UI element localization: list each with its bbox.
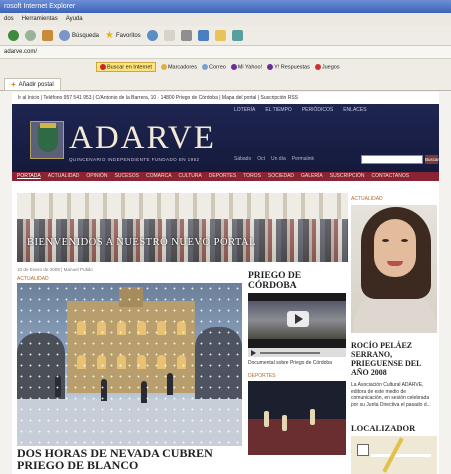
search-button-label: Búsqueda <box>72 32 100 39</box>
top-strip-text[interactable]: Ir al Inicio | Teléfono 957 541 953 | C/… <box>18 95 298 101</box>
topnav-lottery[interactable]: LOTERÍA <box>234 107 255 113</box>
favorites-bar: + Añadir postal <box>0 75 451 91</box>
web-search-button[interactable]: Buscar en Internet <box>96 61 156 73</box>
games-icon <box>314 63 321 70</box>
article-headline[interactable]: DOS HORAS DE NEVADA CUBREN PRIEGO DE BLA… <box>17 447 247 471</box>
yahoo-icon <box>230 63 237 70</box>
plus-icon: + <box>11 80 16 89</box>
games-button[interactable]: Juegos <box>314 63 340 70</box>
nav-deportes[interactable]: DEPORTES <box>209 173 236 180</box>
topnav-newspapers[interactable]: PERIÓDICOS <box>302 107 333 113</box>
bookmarks-button[interactable]: Marcadores <box>160 63 197 70</box>
search-toolbar: Buscar en Internet Marcadores Correo Mi … <box>0 59 451 75</box>
menu-bar: dos Herramientas Ayuda <box>0 13 451 26</box>
search-icon <box>59 30 70 41</box>
mail-icon <box>202 63 208 70</box>
web-search-label: Buscar en Internet <box>107 64 152 71</box>
sidebar-headline[interactable]: ROCÍO PELÁEZ SERRANO, PRIEGUENSE DEL AÑO… <box>351 341 437 377</box>
priego-section-title[interactable]: PRIEGO DE CÓRDOBA <box>248 271 318 291</box>
top-strip: Ir al Inicio | Teléfono 957 541 953 | C/… <box>12 92 439 104</box>
topnav-weather[interactable]: EL TIEMPO <box>265 107 291 113</box>
menu-item-tools[interactable]: Herramientas <box>22 16 58 23</box>
site-search-button[interactable]: Buscar <box>425 155 439 164</box>
nav-portada[interactable]: PORTADA <box>17 173 41 180</box>
header-date: Sábado Oct Un día Permalink <box>234 156 314 162</box>
nav-comarca[interactable]: COMARCA <box>146 173 172 180</box>
site-header: LOTERÍA EL TIEMPO PERIÓDICOS ENLACES ADA… <box>12 104 439 172</box>
home-icon[interactable] <box>42 30 53 41</box>
nav-contactanos[interactable]: CONTACTANOS <box>371 173 409 180</box>
nav-cultura[interactable]: CULTURA <box>179 173 202 180</box>
address-text: adarve.com/ <box>4 49 38 55</box>
answers-button[interactable]: Y! Respuestas <box>267 63 310 70</box>
video-caption[interactable]: Documental sobre Priego de Córdoba <box>248 360 332 366</box>
edit-icon[interactable] <box>197 30 209 41</box>
browser-toolbar: Búsqueda ★ Favoritos <box>0 26 451 46</box>
map-control-icon[interactable] <box>357 444 369 456</box>
banner-photo-arches <box>17 193 348 221</box>
nav-sucesos[interactable]: SUCESOS <box>115 173 139 180</box>
address-bar[interactable]: adarve.com/ <box>0 46 451 59</box>
locator-map[interactable] <box>351 436 437 474</box>
article-section-label: ACTUALIDAD <box>17 276 49 282</box>
banner-text: BIENVENIDOS A NUESTRO NUEVO PORTAL <box>27 237 257 248</box>
add-postcard-button[interactable]: + Añadir postal <box>4 78 61 91</box>
page-margin <box>439 92 451 474</box>
nav-opinion[interactable]: OPINIÓN <box>86 173 107 180</box>
nav-actualidad[interactable]: ACTUALIDAD <box>48 173 80 180</box>
main-nav: PORTADA ACTUALIDAD OPINIÓN SUCESOS COMAR… <box>12 172 439 181</box>
sidebar-section-label: ACTUALIDAD <box>351 196 383 202</box>
coat-of-arms-logo[interactable] <box>30 121 64 159</box>
star-icon: ★ <box>105 30 114 41</box>
messenger-icon[interactable] <box>231 30 243 41</box>
print-icon[interactable] <box>180 30 192 41</box>
nav-sociedad[interactable]: SOCIEDAD <box>268 173 294 180</box>
mail-button[interactable]: Correo <box>202 63 226 70</box>
welcome-banner[interactable]: BIENVENIDOS A NUESTRO NUEVO PORTAL <box>17 193 348 262</box>
bookmark-icon <box>160 63 167 70</box>
favorites-button[interactable]: ★ Favoritos <box>105 30 141 41</box>
window-title-text: rosoft Internet Explorer <box>4 3 76 10</box>
search-icon <box>100 63 106 70</box>
sports-photo[interactable] <box>248 381 346 455</box>
site-search-input[interactable] <box>361 155 423 164</box>
my-yahoo-button[interactable]: Mi Yahoo! <box>230 63 262 70</box>
video-player[interactable] <box>248 293 346 357</box>
favorites-button-label: Favoritos <box>116 32 141 39</box>
top-nav: LOTERÍA EL TIEMPO PERIÓDICOS ENLACES <box>234 107 367 113</box>
topnav-links[interactable]: ENLACES <box>343 107 366 113</box>
nav-galeria[interactable]: GALERÍA <box>301 173 323 180</box>
menu-item-help[interactable]: Ayuda <box>66 16 83 23</box>
site-slogan: QUINCENARIO INDEPENDIENTE FUNDADO EN 195… <box>69 157 200 162</box>
nav-toros[interactable]: TOROS <box>243 173 261 180</box>
search-button[interactable]: Búsqueda <box>59 30 99 41</box>
yahoo-icon <box>267 63 274 70</box>
sidebar-text: La Asociación Cultural ADARVE, editora d… <box>351 382 431 408</box>
window-title: rosoft Internet Explorer <box>0 0 451 13</box>
locator-title: LOCALIZADOR <box>351 423 416 433</box>
folder-icon[interactable] <box>214 30 226 41</box>
video-controls[interactable] <box>248 348 346 357</box>
history-icon[interactable] <box>146 30 158 41</box>
menu-item-dos[interactable]: dos <box>4 16 14 23</box>
play-icon[interactable] <box>287 311 309 327</box>
sidebar-portrait-photo[interactable] <box>351 205 437 333</box>
sports-section-label: DEPORTES <box>248 373 276 379</box>
mail-icon[interactable] <box>163 30 175 41</box>
site-logo-text[interactable]: ADARVE <box>69 122 216 155</box>
article-date: 10 de Enero de 2009 | Manuel Pulido <box>17 267 93 272</box>
article-photo-snow[interactable] <box>17 283 242 446</box>
back-icon[interactable] <box>8 30 19 41</box>
add-postcard-label: Añadir postal <box>18 81 54 88</box>
forward-icon[interactable] <box>25 30 36 41</box>
nav-suscripcion[interactable]: SUSCRIPCIÓN <box>330 173 365 180</box>
web-page: Ir al Inicio | Teléfono 957 541 953 | C/… <box>12 92 439 474</box>
